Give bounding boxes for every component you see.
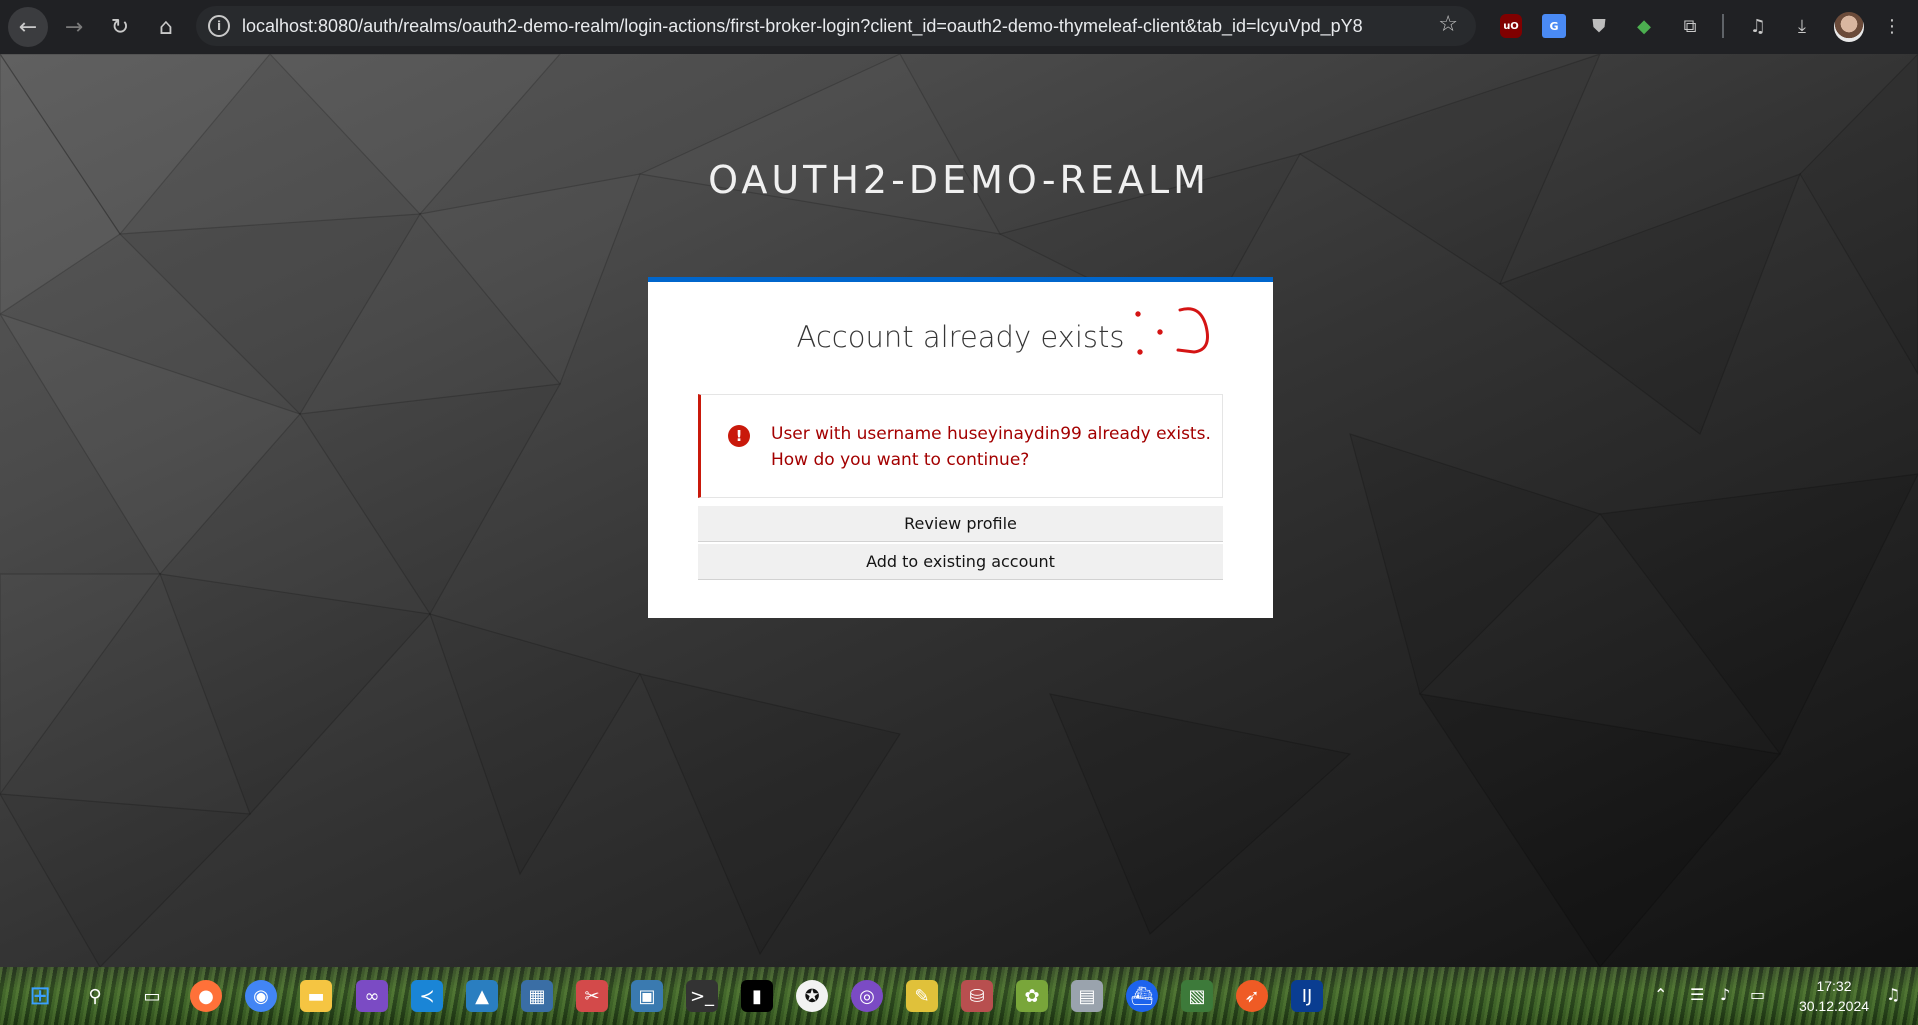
ublock-extension-icon[interactable]: uO <box>1500 14 1522 38</box>
translate-extension-icon[interactable]: G <box>1542 14 1566 38</box>
volume-icon[interactable]: ♪ <box>1720 985 1730 1004</box>
login-page: OAUTH2-DEMO-REALM Account already exists… <box>0 54 1918 967</box>
snipping-tool-icon[interactable]: ✂ <box>576 980 608 1012</box>
alert-message: User with username huseyinaydin99 alread… <box>771 421 1211 473</box>
home-icon: ⌂ <box>159 14 173 40</box>
chevron-up-icon[interactable]: ⌃ <box>1654 985 1667 1004</box>
site-info-icon[interactable]: i <box>208 15 230 37</box>
system-clock[interactable]: 17:32 30.12.2024 <box>1790 976 1878 1016</box>
file-icon[interactable]: ▤ <box>1071 980 1103 1012</box>
shield-extension-icon[interactable]: ⛊ <box>1585 12 1613 40</box>
database-icon[interactable]: ⛁ <box>961 980 993 1012</box>
docker-icon[interactable]: ⛴ <box>1126 980 1158 1012</box>
photos-icon[interactable]: ▲ <box>466 980 498 1012</box>
firefox-icon[interactable]: ● <box>190 980 222 1012</box>
windows-taskbar: ⊞ ⚲ ▭ ● ◉ ▬ ∞ ≺ ▲ ▦ ✂ ▣ >_ ▮ ✪ ◎ ✎ ⛁ ✿ ▤… <box>0 967 1918 1025</box>
home-button[interactable]: ⌂ <box>146 7 186 47</box>
search-icon[interactable]: ⚲ <box>79 980 111 1012</box>
bookmark-star-icon[interactable]: ☆ <box>1438 12 1458 37</box>
forward-button[interactable]: → <box>54 7 94 47</box>
chrome-icon[interactable]: ◉ <box>245 980 277 1012</box>
wifi-icon[interactable]: ☰ <box>1690 985 1704 1004</box>
windows-start-icon[interactable]: ⊞ <box>24 980 56 1012</box>
intellij-icon[interactable]: IJ <box>1291 980 1323 1012</box>
ublock-label: uO <box>1503 20 1519 32</box>
image-viewer-icon[interactable]: ▧ <box>1181 980 1213 1012</box>
github-icon[interactable]: ◎ <box>851 980 883 1012</box>
add-to-existing-account-button[interactable]: Add to existing account <box>698 544 1223 580</box>
grass-wallpaper <box>0 967 1918 1025</box>
toolbar-divider <box>1722 14 1724 38</box>
battery-icon[interactable]: ▭ <box>1750 985 1765 1004</box>
clock-time: 17:32 <box>1816 978 1852 994</box>
review-profile-button[interactable]: Review profile <box>698 506 1223 542</box>
extensions-puzzle-icon[interactable]: ⧉ <box>1676 12 1704 40</box>
clock-date: 30.12.2024 <box>1798 998 1870 1014</box>
back-button[interactable]: ← <box>8 7 48 47</box>
compass-icon[interactable]: ➶ <box>1236 980 1268 1012</box>
cmd-icon[interactable]: ▮ <box>741 980 773 1012</box>
error-alert: ! User with username huseyinaydin99 alre… <box>698 394 1223 498</box>
red-annotation-scribble <box>1135 307 1209 355</box>
realm-title: OAUTH2-DEMO-REALM <box>708 158 1210 202</box>
address-bar[interactable]: i localhost:8080/auth/realms/oauth2-demo… <box>196 6 1476 46</box>
notification-bell-icon[interactable]: ♫ <box>1886 985 1900 1004</box>
alert-line-1: User with username huseyinaydin99 alread… <box>771 424 1211 444</box>
task-view-icon[interactable]: ▭ <box>136 980 168 1012</box>
reload-icon: ↻ <box>110 14 130 40</box>
tortoise-icon[interactable]: ✿ <box>1016 980 1048 1012</box>
reload-button[interactable]: ↻ <box>100 7 140 47</box>
color-extension-icon[interactable]: ◆ <box>1630 12 1658 40</box>
menu-kebab-icon[interactable]: ⋮ <box>1878 12 1906 40</box>
vscode-icon[interactable]: ≺ <box>411 980 443 1012</box>
exclamation-icon: ! <box>728 425 750 447</box>
terminal-icon[interactable]: >_ <box>686 980 718 1012</box>
visual-studio-icon[interactable]: ∞ <box>356 980 388 1012</box>
postman-icon[interactable]: ✪ <box>796 980 828 1012</box>
alert-line-2: How do you want to continue? <box>771 450 1030 470</box>
remote-desktop-icon[interactable]: ▣ <box>631 980 663 1012</box>
browser-toolbar: ← → ↻ ⌂ i localhost:8080/auth/realms/oau… <box>0 0 1918 54</box>
profile-avatar[interactable] <box>1834 12 1864 42</box>
sticky-notes-icon[interactable]: ✎ <box>906 980 938 1012</box>
translate-label: G <box>1549 19 1559 33</box>
url-text[interactable]: localhost:8080/auth/realms/oauth2-demo-r… <box>242 16 1363 37</box>
arrow-right-icon: → <box>64 14 84 40</box>
download-icon[interactable]: ⤓ <box>1788 12 1816 40</box>
media-control-icon[interactable]: ♫ <box>1744 12 1772 40</box>
calculator-icon[interactable]: ▦ <box>521 980 553 1012</box>
login-card: Account already exists ! User with usern… <box>648 277 1273 618</box>
arrow-left-icon: ← <box>18 14 38 40</box>
file-explorer-icon[interactable]: ▬ <box>300 980 332 1012</box>
